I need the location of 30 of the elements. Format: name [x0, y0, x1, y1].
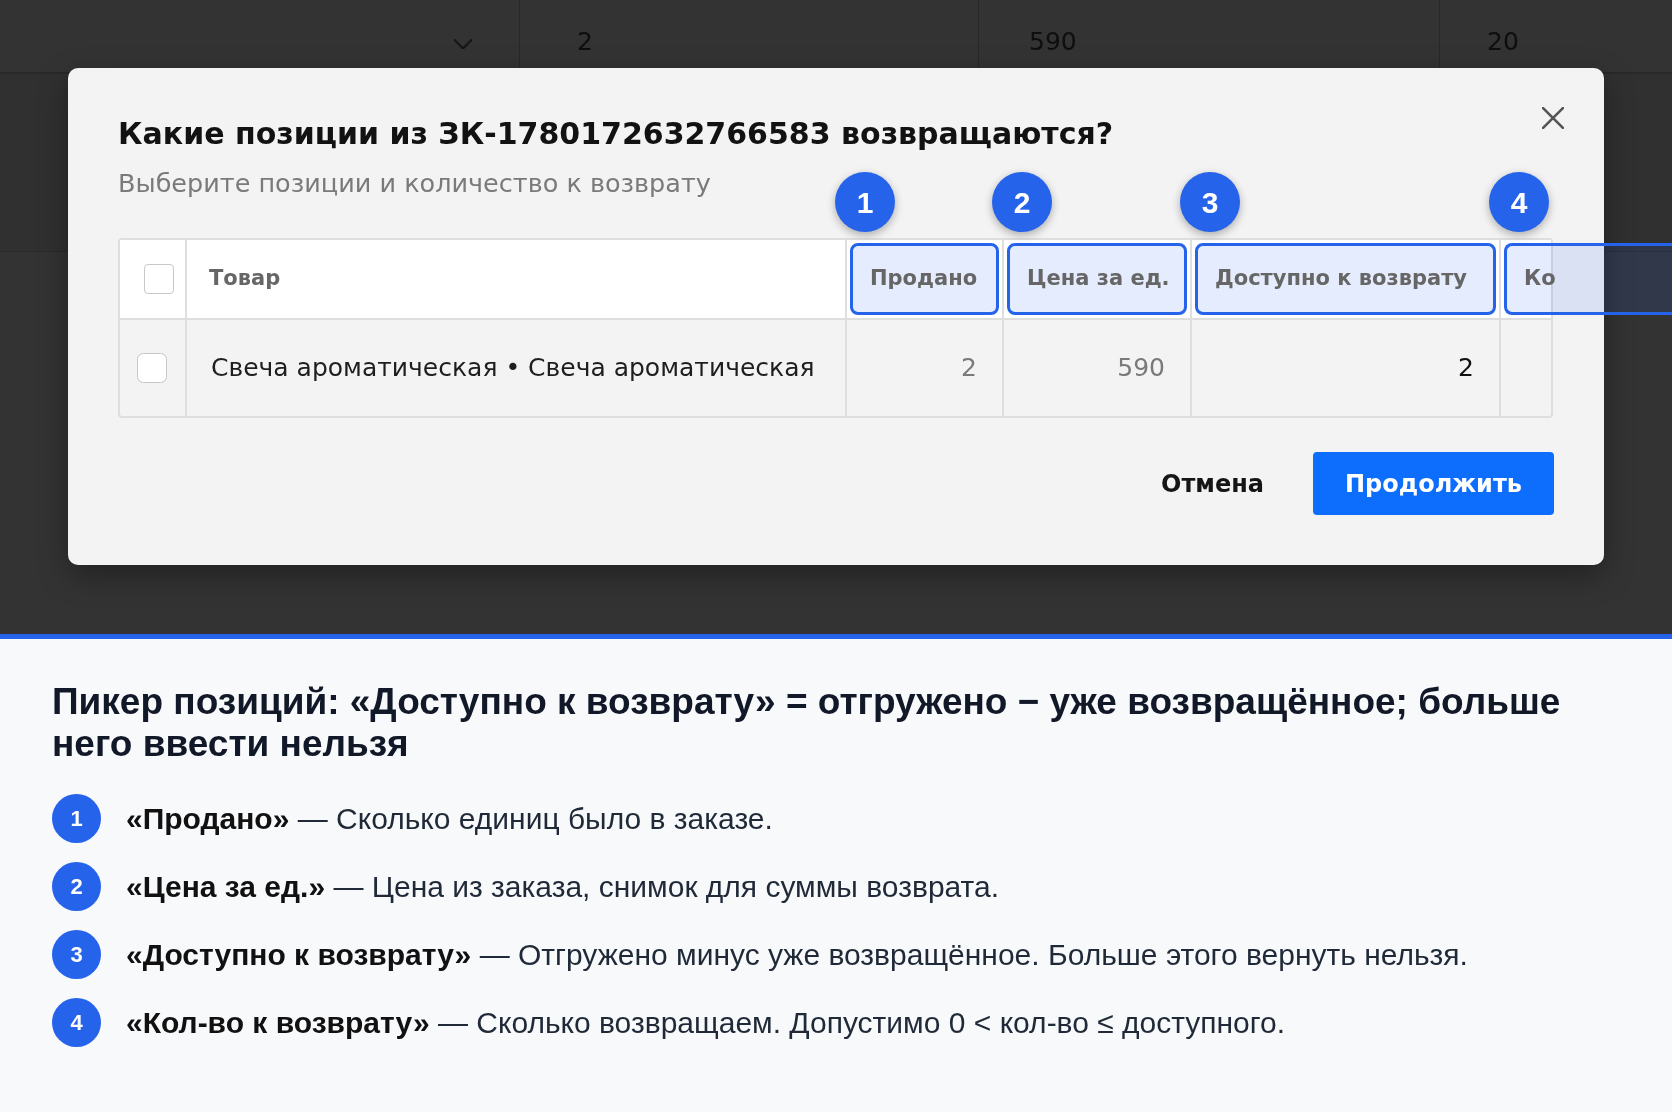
close-icon [1542, 107, 1564, 129]
dialog-subtitle: Выберите позиции и количество к возврату [118, 168, 712, 198]
column-header[interactable]: Доступно к возврату [1195, 243, 1496, 315]
annotation-text: «Доступно к возврату» — Отгружено минус уже возвращённое. Больше этого вернуть нельзя. [126, 936, 1468, 973]
callout-marker: 2 [992, 172, 1052, 232]
number-marker: 2 [52, 862, 101, 911]
table-cell-text: 2 [961, 352, 978, 385]
cancel-button[interactable]: Отмена [1149, 453, 1276, 514]
column-header[interactable]: Продано [850, 243, 999, 315]
number-marker: 3 [52, 930, 101, 979]
column-header[interactable]: Товар [187, 263, 281, 295]
callout-marker: 4 [1489, 172, 1549, 232]
checkbox[interactable] [144, 264, 174, 294]
chevron-down-icon[interactable] [454, 39, 472, 49]
annotation-title: Пикер позиций: «Доступно к возврату» = отгружено − уже возвращённое; больше него ввести нельзя [52, 681, 1562, 765]
checkbox[interactable] [137, 353, 167, 383]
annotation-text: «Цена за ед.» — Цена из заказа, снимок для суммы возврата. [126, 868, 999, 905]
column-header[interactable]: Ко [1504, 243, 1672, 315]
table-cell-text: 2 [1458, 352, 1475, 385]
table-cell-text: 590 [1117, 352, 1166, 385]
callout-marker: 1 [835, 172, 895, 232]
number-marker: 1 [52, 794, 101, 843]
continue-button[interactable]: Продолжить [1313, 452, 1554, 515]
dialog-title: Какие позиции из ЗК-1780172632766583 возвращаются? [118, 115, 1115, 153]
number-marker: 4 [52, 998, 101, 1047]
table-cell-text: Свеча ароматическая • Свеча ароматическая [210, 352, 815, 385]
callout-marker: 3 [1180, 172, 1240, 232]
annotation-text: «Кол-во к возврату» — Сколько возвращаем. Допустимо 0 < кол-во ≤ доступного. [126, 1004, 1286, 1041]
column-header[interactable]: Цена за ед. [1007, 243, 1187, 315]
annotation-text: «Продано» — Сколько единиц было в заказе. [126, 800, 773, 837]
